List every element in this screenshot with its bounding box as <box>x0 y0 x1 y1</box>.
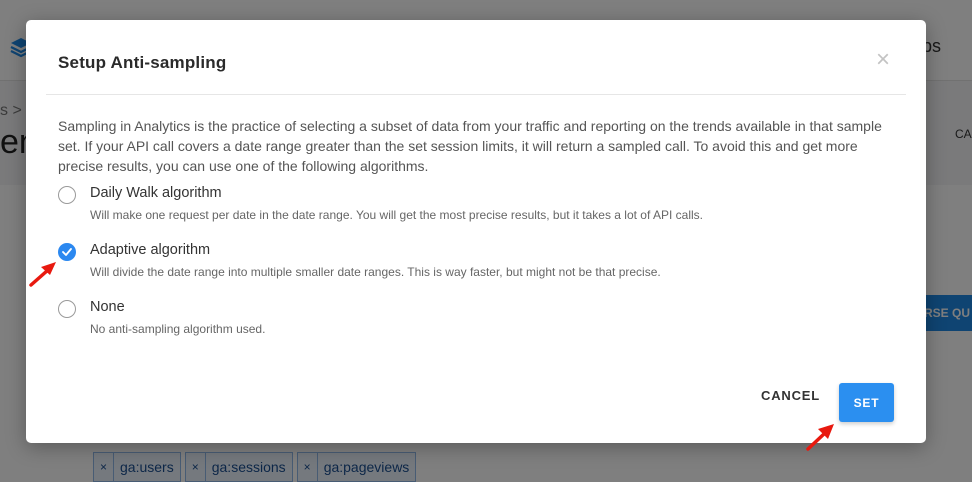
option-description: Will divide the date range into multiple… <box>90 265 661 279</box>
close-icon[interactable]: × <box>876 48 890 72</box>
radio-adaptive-checked[interactable] <box>58 243 76 261</box>
option-label[interactable]: Adaptive algorithm <box>90 242 210 258</box>
option-label[interactable]: None <box>90 299 125 315</box>
option-label[interactable]: Daily Walk algorithm <box>90 185 222 201</box>
option-description: Will make one request per date in the da… <box>90 208 703 222</box>
anti-sampling-dialog: Setup Anti-sampling × Sampling in Analyt… <box>26 20 926 443</box>
checkmark-icon <box>62 248 72 256</box>
annotation-arrow-icon <box>29 262 56 287</box>
set-button[interactable]: SET <box>839 383 894 422</box>
annotation-arrow-icon <box>806 424 834 451</box>
radio-none[interactable] <box>58 300 76 318</box>
divider <box>46 94 906 95</box>
dialog-description: Sampling in Analytics is the practice of… <box>58 118 882 174</box>
radio-daily-walk[interactable] <box>58 186 76 204</box>
cancel-button[interactable]: CANCEL <box>761 388 820 403</box>
option-description: No anti-sampling algorithm used. <box>90 322 266 336</box>
dialog-title: Setup Anti-sampling <box>58 53 227 72</box>
